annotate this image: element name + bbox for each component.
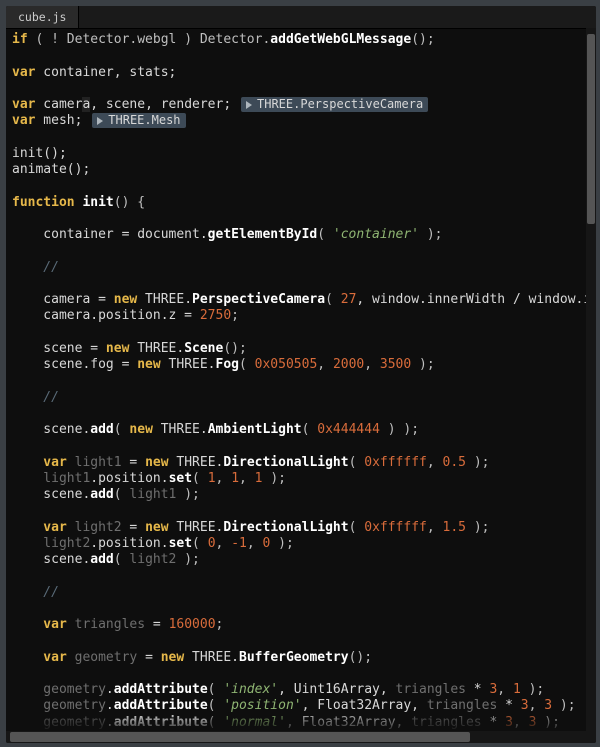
type-hint-camera: THREE.PerspectiveCamera: [241, 97, 428, 112]
scrollbar-thumb[interactable]: [587, 34, 595, 224]
scrollbar-thumb[interactable]: [10, 732, 470, 742]
chevron-right-icon: [246, 101, 252, 109]
tab-bar: cube.js: [6, 6, 596, 29]
horizontal-scrollbar[interactable]: [6, 731, 596, 743]
code-area[interactable]: if ( ! Detector.webgl ) Detector.addGetW…: [6, 28, 596, 743]
type-hint-mesh: THREE.Mesh: [92, 113, 185, 128]
tab-filename: cube.js: [18, 12, 66, 24]
file-tab[interactable]: cube.js: [6, 6, 79, 28]
code-editor: cube.js if ( ! Detector.webgl ) Detector…: [6, 6, 596, 743]
vertical-scrollbar[interactable]: [586, 28, 596, 731]
chevron-right-icon: [97, 117, 103, 125]
source-code: if ( ! Detector.webgl ) Detector.addGetW…: [12, 32, 588, 743]
